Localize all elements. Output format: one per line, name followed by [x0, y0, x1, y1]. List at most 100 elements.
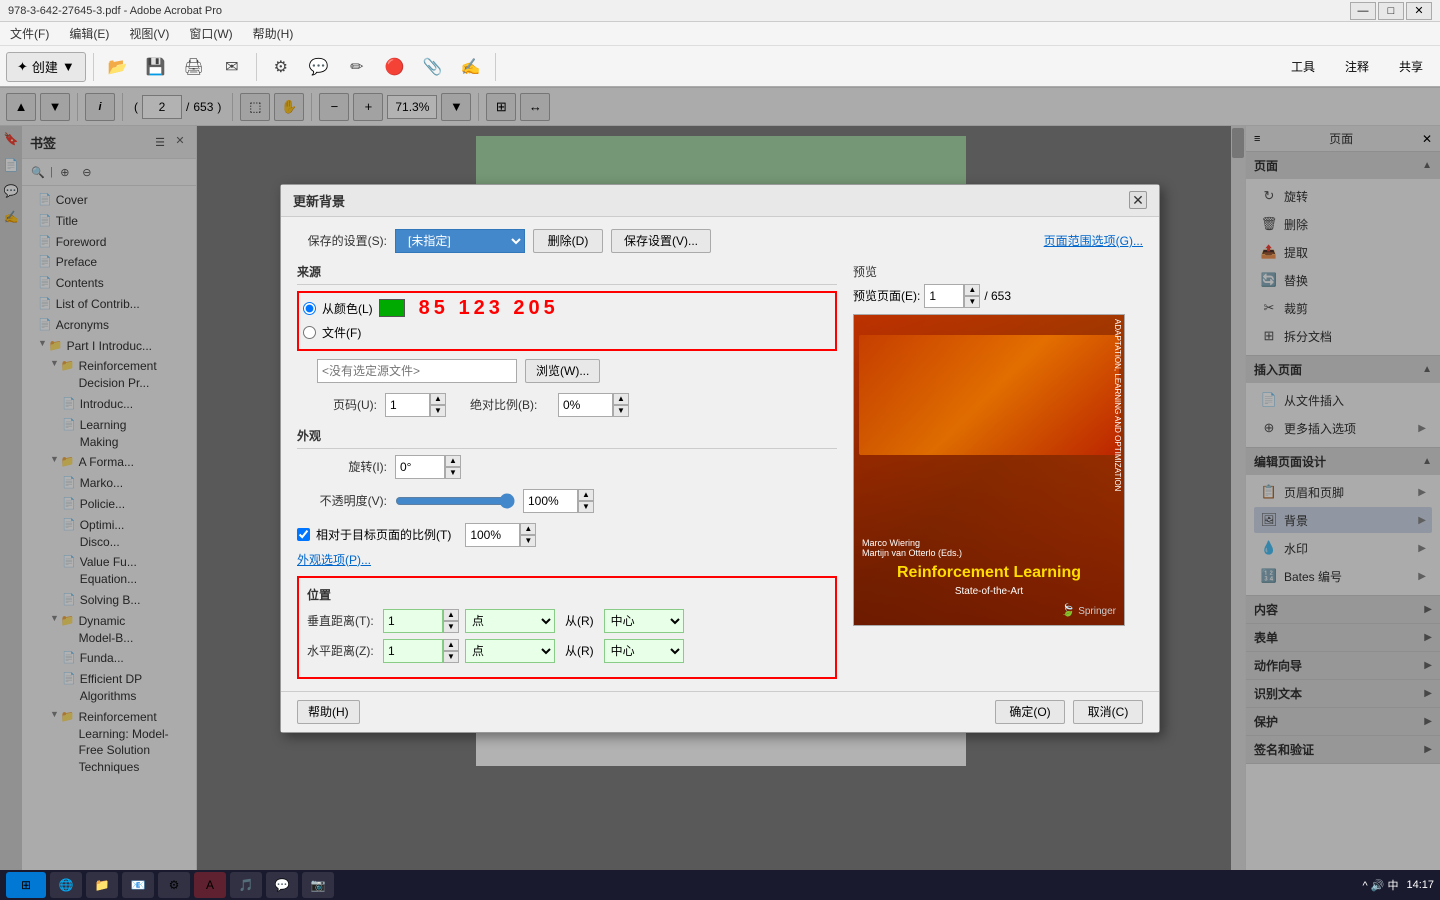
- vertical-up[interactable]: ▲: [443, 609, 459, 621]
- taskbar-app-1[interactable]: 🌐: [50, 872, 82, 898]
- dialog-right: 预览 预览页面(E): ▲ ▼ / 653: [853, 263, 1143, 679]
- close-button[interactable]: ✕: [1406, 2, 1432, 20]
- menu-window[interactable]: 窗口(W): [185, 23, 236, 44]
- menu-edit[interactable]: 编辑(E): [65, 23, 113, 44]
- browse-btn[interactable]: 浏览(W)...: [525, 359, 600, 383]
- toolbar: ✦ 创建 ▼ 📂 💾 🖨 ✉ ⚙ 💬 ✏ 🔴 📎 ✍ 工具 注释 共享: [0, 46, 1440, 88]
- from-color-radio[interactable]: [303, 302, 316, 315]
- rel-scale-up[interactable]: ▲: [520, 523, 536, 535]
- comment-button[interactable]: 💬: [302, 50, 336, 84]
- minimize-button[interactable]: —: [1350, 2, 1376, 20]
- file-path-input[interactable]: [317, 359, 517, 383]
- abs-scale-up[interactable]: ▲: [613, 393, 629, 405]
- file-radio[interactable]: [303, 326, 316, 339]
- menu-help[interactable]: 帮助(H): [249, 23, 298, 44]
- toolbar-separator-1: [93, 53, 94, 81]
- sign-button[interactable]: ✍: [454, 50, 488, 84]
- menu-view[interactable]: 视图(V): [125, 23, 173, 44]
- horizontal-spin: ▲ ▼: [383, 639, 459, 663]
- taskbar-app-3[interactable]: 📧: [122, 872, 154, 898]
- appearance-options-link[interactable]: 外观选项(P)...: [297, 553, 371, 567]
- horizontal-down[interactable]: ▼: [443, 651, 459, 663]
- rotation-up[interactable]: ▲: [445, 455, 461, 467]
- vertical-from-label: 从(R): [565, 612, 594, 629]
- relative-scale-row: 相对于目标页面的比例(T) ▲ ▼: [297, 523, 837, 547]
- save-settings-btn[interactable]: 保存设置(V)...: [611, 229, 711, 253]
- color-swatch[interactable]: [379, 299, 405, 317]
- markup-button[interactable]: ✏: [340, 50, 374, 84]
- taskbar-app-5[interactable]: 🎵: [230, 872, 262, 898]
- opacity-input[interactable]: [523, 489, 578, 513]
- stamp-button[interactable]: 🔴: [378, 50, 412, 84]
- source-red-box: 从颜色(L) 85 123 205 文件(F): [297, 291, 837, 351]
- rel-scale-down[interactable]: ▼: [520, 535, 536, 547]
- abs-scale-input[interactable]: [558, 393, 613, 417]
- horizontal-center-select[interactable]: 中心 左 右: [604, 639, 684, 663]
- menu-file[interactable]: 文件(F): [6, 23, 53, 44]
- vertical-unit-select[interactable]: 点 英寸 厘米: [465, 609, 555, 633]
- cancel-button[interactable]: 取消(C): [1073, 700, 1143, 724]
- rotation-input[interactable]: [395, 455, 445, 479]
- dialog-close-button[interactable]: ✕: [1129, 191, 1147, 209]
- taskbar-app-2[interactable]: 📁: [86, 872, 118, 898]
- page-num-down[interactable]: ▼: [430, 405, 446, 417]
- preview-page-spin: ▲ ▼: [924, 284, 980, 308]
- abs-scale-spin: ▲ ▼: [558, 393, 629, 417]
- saved-settings-select[interactable]: [未指定]: [395, 229, 525, 253]
- opacity-down[interactable]: ▼: [578, 501, 594, 513]
- create-button[interactable]: ✦ 创建 ▼: [6, 52, 86, 82]
- preview-page-input[interactable]: [924, 284, 964, 308]
- share-label[interactable]: 共享: [1388, 53, 1434, 80]
- email-button[interactable]: ✉: [215, 50, 249, 84]
- taskbar-app-6[interactable]: 💬: [266, 872, 298, 898]
- open-button[interactable]: 📂: [101, 50, 135, 84]
- page-num-label: 页码(U):: [297, 396, 377, 413]
- page-num-up[interactable]: ▲: [430, 393, 446, 405]
- taskbar-app-7[interactable]: 📷: [302, 872, 334, 898]
- taskbar-app-4[interactable]: ⚙: [158, 872, 190, 898]
- abs-scale-down[interactable]: ▼: [613, 405, 629, 417]
- horizontal-input[interactable]: [383, 639, 443, 663]
- page-num-input[interactable]: [385, 393, 430, 417]
- help-button[interactable]: 帮助(H): [297, 700, 360, 724]
- rotation-spinners: ▲ ▼: [445, 455, 461, 479]
- opacity-up[interactable]: ▲: [578, 489, 594, 501]
- comment-label[interactable]: 注释: [1334, 53, 1380, 80]
- vertical-spinners: ▲ ▼: [443, 609, 459, 633]
- save-button[interactable]: 💾: [139, 50, 173, 84]
- print-button[interactable]: 🖨: [177, 50, 211, 84]
- taskbar-start-button[interactable]: ⊞: [6, 872, 46, 898]
- preview-page-down[interactable]: ▼: [964, 296, 980, 308]
- file-row: 文件(F): [303, 324, 831, 341]
- settings-button[interactable]: ⚙: [264, 50, 298, 84]
- book-cover-content: Marco WieringMartijn van Otterlo (Eds.) …: [862, 538, 1116, 617]
- attach-button[interactable]: 📎: [416, 50, 450, 84]
- position-section-title: 位置: [307, 586, 827, 603]
- opacity-row: 不透明度(V): ▲ ▼: [297, 489, 837, 513]
- taskbar: ⊞ 🌐 📁 📧 ⚙ A 🎵 💬 📷 ^ 🔊 中 14:17: [0, 870, 1440, 900]
- title-bar: 978-3-642-27645-3.pdf - Adobe Acrobat Pr…: [0, 0, 1440, 22]
- opacity-spin: ▲ ▼: [523, 489, 594, 513]
- opacity-slider[interactable]: [395, 494, 515, 508]
- delete-btn[interactable]: 删除(D): [533, 229, 603, 253]
- horizontal-from-label: 从(R): [565, 642, 594, 659]
- horizontal-up[interactable]: ▲: [443, 639, 459, 651]
- ok-button[interactable]: 确定(O): [995, 700, 1065, 724]
- rel-scale-spinners: ▲ ▼: [520, 523, 536, 547]
- rel-scale-spin: ▲ ▼: [465, 523, 536, 547]
- rel-scale-input[interactable]: [465, 523, 520, 547]
- vertical-center-select[interactable]: 中心 上 下: [604, 609, 684, 633]
- horizontal-unit-select[interactable]: 点 英寸 厘米: [465, 639, 555, 663]
- cover-spine-text: ADAPTATION, LEARNING AND OPTIMIZATION: [1054, 315, 1124, 495]
- toolbar-separator-2: [256, 53, 257, 81]
- maximize-button[interactable]: □: [1378, 2, 1404, 20]
- tools-label[interactable]: 工具: [1280, 53, 1326, 80]
- vertical-input[interactable]: [383, 609, 443, 633]
- preview-page-up[interactable]: ▲: [964, 284, 980, 296]
- vertical-down[interactable]: ▼: [443, 621, 459, 633]
- relative-scale-checkbox[interactable]: [297, 528, 310, 541]
- page-range-link[interactable]: 页面范围选项(G)...: [1044, 232, 1143, 249]
- taskbar-app-acrobat[interactable]: A: [194, 872, 226, 898]
- rotation-down[interactable]: ▼: [445, 467, 461, 479]
- preview-title: 预览: [853, 263, 1143, 280]
